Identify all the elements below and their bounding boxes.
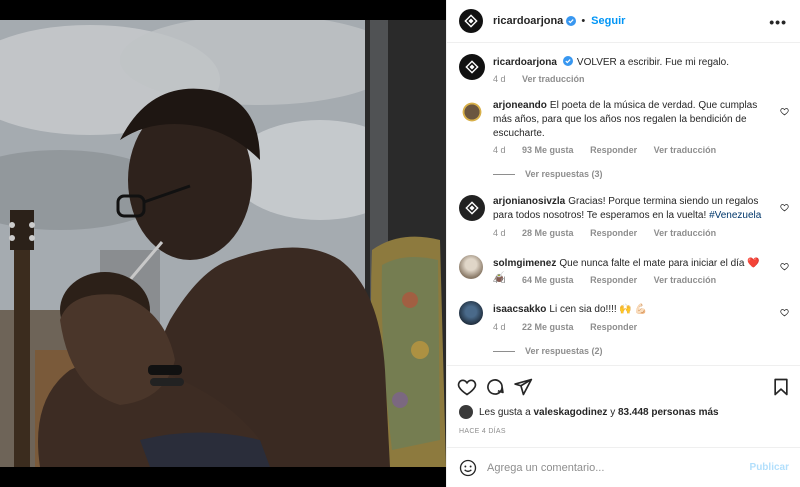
commenter-avatar[interactable]	[459, 255, 483, 279]
comments-list[interactable]: ricardoarjona VOLVER a escribir. Fue mi r…	[447, 44, 800, 364]
view-replies-label: Ver respuestas (2)	[525, 346, 603, 356]
replies-divider	[493, 173, 515, 175]
author-username[interactable]: ricardoarjona	[493, 15, 563, 27]
likes-summary: Les gusta a valeskagodinez y 83.448 pers…	[459, 405, 719, 419]
logo-icon	[464, 14, 478, 28]
comment-likes[interactable]: 22 Me gusta	[522, 322, 574, 332]
comment-bubble-icon[interactable]	[485, 377, 505, 397]
comment-reply-button[interactable]: Responder	[590, 228, 637, 238]
likes-prefix: Les gusta a	[479, 406, 531, 418]
post-side-panel: ricardoarjona • Seguir ••• ricardoarjona…	[446, 0, 800, 487]
like-comment-heart-icon[interactable]	[780, 203, 789, 212]
commenter-avatar[interactable]	[459, 99, 485, 125]
emoji-icon[interactable]	[459, 459, 477, 477]
follow-button[interactable]: Seguir	[591, 15, 625, 27]
comment-reply-button[interactable]: Responder	[590, 322, 637, 332]
view-replies-label: Ver respuestas (3)	[525, 169, 603, 179]
publish-button[interactable]: Publicar	[750, 462, 789, 473]
verified-badge-icon	[562, 56, 573, 66]
liker-username[interactable]: valeskagodinez	[534, 407, 608, 418]
caption-username[interactable]: ricardoarjona	[493, 57, 557, 68]
comment-input[interactable]	[487, 461, 737, 474]
comment-hashtag[interactable]: #Venezuela	[709, 210, 761, 221]
comment-age: 4 d	[493, 145, 506, 155]
post-photo[interactable]	[0, 20, 446, 467]
photo-illustration	[0, 20, 446, 467]
likes-count[interactable]: 83.448 personas más	[618, 407, 719, 418]
like-comment-heart-icon[interactable]	[780, 107, 789, 116]
commenter-avatar[interactable]	[459, 301, 483, 325]
comment-translate-link[interactable]: Ver traducción	[654, 228, 717, 238]
post-timestamp: HACE 4 DÍAS	[459, 428, 506, 435]
comment-username[interactable]: solmgimenez	[493, 258, 556, 269]
comment-likes[interactable]: 28 Me gusta	[522, 228, 574, 238]
like-heart-icon[interactable]	[457, 377, 477, 397]
logo-icon	[465, 201, 479, 215]
comment-likes[interactable]: 93 Me gusta	[522, 145, 574, 155]
comment-age: 4 d	[493, 322, 506, 332]
comment-age: 4 d	[493, 275, 506, 285]
caption-translate-link[interactable]: Ver traducción	[522, 74, 585, 84]
comment-username[interactable]: isaacsakko	[493, 304, 546, 315]
caption-avatar[interactable]	[459, 54, 485, 80]
caption-age: 4 d	[493, 74, 506, 84]
comment-reply-button[interactable]: Responder	[590, 275, 637, 285]
comment-likes[interactable]: 64 Me gusta	[522, 275, 574, 285]
comment-reply-button[interactable]: Responder	[590, 145, 637, 155]
like-comment-heart-icon[interactable]	[780, 308, 789, 317]
liker-avatar[interactable]	[459, 405, 473, 419]
logo-icon	[465, 60, 479, 74]
view-replies-button[interactable]: Ver respuestas (3)	[493, 169, 603, 179]
add-comment-bar: Publicar	[447, 447, 800, 487]
like-comment-heart-icon[interactable]	[780, 262, 789, 271]
verified-badge-icon	[566, 16, 577, 26]
separator-dot: •	[581, 15, 586, 27]
comment-translate-link[interactable]: Ver traducción	[654, 275, 717, 285]
save-bookmark-icon[interactable]	[771, 377, 791, 397]
replies-divider	[493, 350, 515, 352]
view-replies-button[interactable]: Ver respuestas (2)	[493, 346, 603, 356]
post-actions-bar	[447, 365, 800, 405]
author-avatar[interactable]	[459, 9, 483, 33]
share-send-icon[interactable]	[513, 377, 533, 397]
comment-username[interactable]: arjoneando	[493, 100, 547, 111]
more-options-icon[interactable]: •••	[769, 14, 787, 30]
post-header: ricardoarjona • Seguir •••	[447, 0, 800, 43]
commenter-avatar[interactable]	[459, 195, 485, 221]
comment-text: Li cen sia do!!!! 🙌 💪🏻	[549, 304, 648, 315]
comment-username[interactable]: arjonianosivzla	[493, 196, 565, 207]
comment-age: 4 d	[493, 228, 506, 238]
likes-middle: y	[610, 406, 616, 418]
comment-translate-link[interactable]: Ver traducción	[654, 145, 717, 155]
caption-text: VOLVER a escribir. Fue mi regalo.	[576, 57, 730, 68]
